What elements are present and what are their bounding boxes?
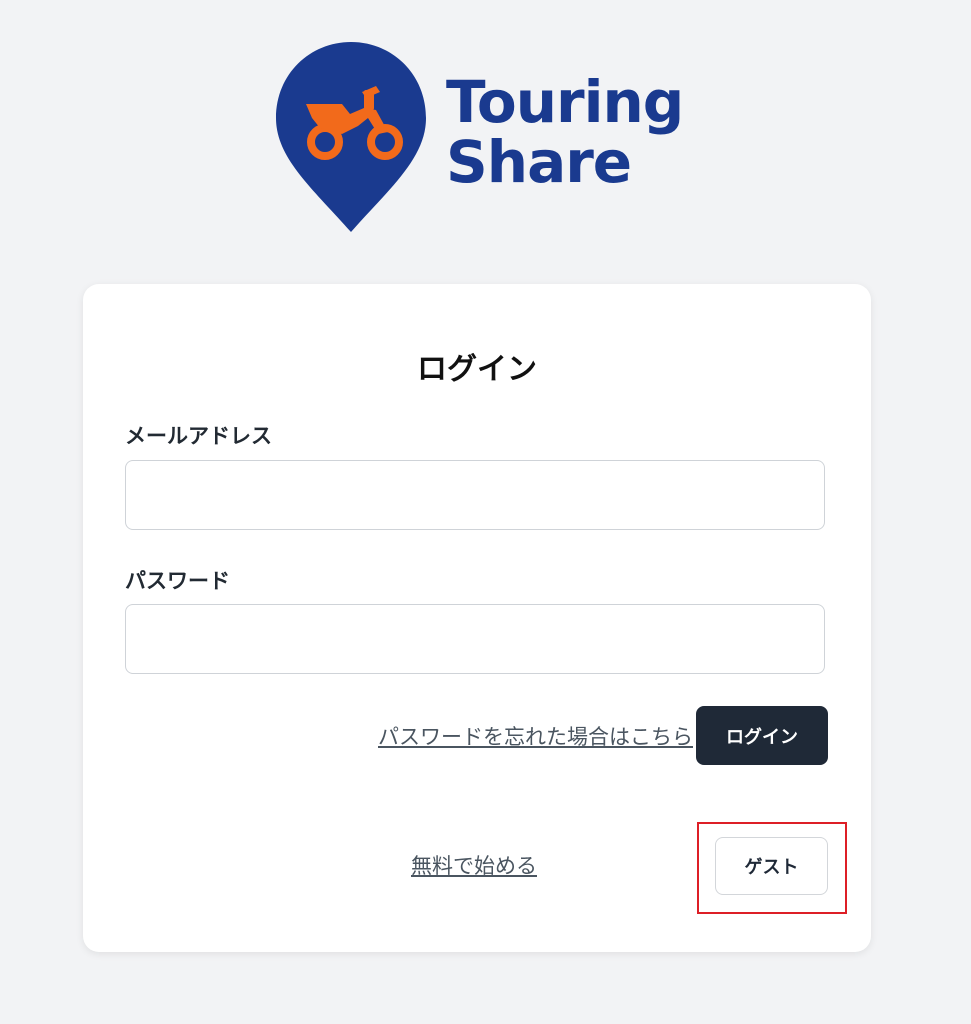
brand-line-2: Share (446, 128, 632, 196)
email-field[interactable] (125, 460, 825, 530)
password-field[interactable] (125, 604, 825, 674)
login-button[interactable]: ログイン (696, 706, 828, 765)
brand-name: Touring Share (446, 68, 684, 196)
app-logo: Touring Share (272, 38, 702, 238)
motorcycle-pin-icon (276, 42, 426, 232)
signup-free-link[interactable]: 無料で始める (411, 850, 537, 880)
login-card: ログイン メールアドレス パスワード パスワードを忘れた場合はこちら ログイン … (83, 284, 871, 952)
guest-button[interactable]: ゲスト (715, 837, 828, 895)
email-label: メールアドレス (125, 424, 272, 448)
brand-line-1: Touring (446, 68, 684, 136)
forgot-password-link[interactable]: パスワードを忘れた場合はこちら (378, 721, 693, 751)
login-title: ログイン (417, 352, 537, 387)
password-label: パスワード (125, 569, 230, 593)
